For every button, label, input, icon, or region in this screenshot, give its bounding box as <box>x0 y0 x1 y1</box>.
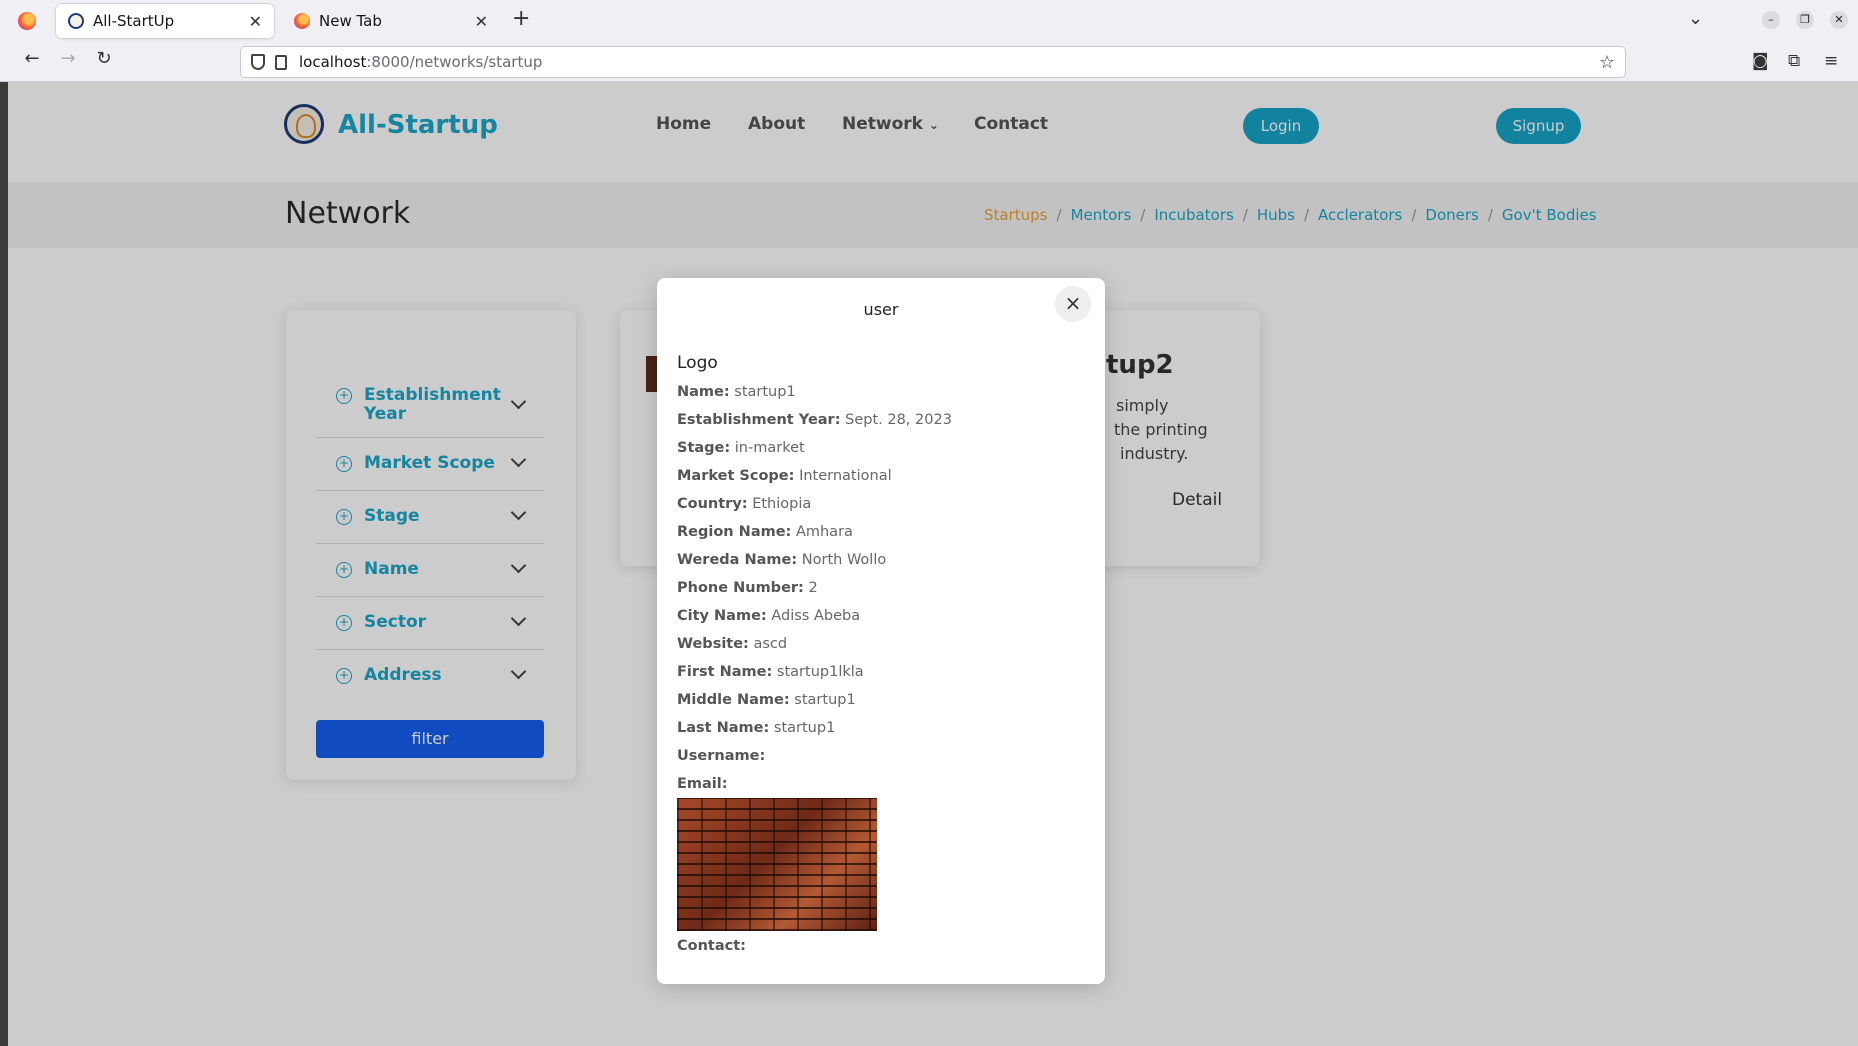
url-host: localhost <box>299 53 367 71</box>
field-first-name: First Name: startup1lkla <box>677 661 1087 689</box>
extensions-icon[interactable]: ⧉ <box>1788 51 1800 71</box>
tab-bar: All-StartUp ✕ New Tab ✕ + ⌄ – ❐ ✕ <box>0 0 1858 40</box>
field-value: startup1 <box>734 384 796 400</box>
field-label: City Name: <box>677 608 767 624</box>
field-value: Adiss Abeba <box>771 608 861 624</box>
field-value: Sept. 28, 2023 <box>845 412 952 428</box>
field-value: North Wollo <box>801 552 887 568</box>
field-label: Establishment Year: <box>677 412 841 428</box>
contact-label: Contact: <box>677 938 746 954</box>
close-tab-icon[interactable]: ✕ <box>249 12 262 31</box>
field-website: Website: ascd <box>677 633 1087 661</box>
field-value: startup1lkla <box>776 664 864 680</box>
minimize-icon[interactable]: – <box>1762 11 1780 29</box>
field-value: 2 <box>808 580 818 596</box>
field-value: ascd <box>753 636 788 652</box>
logo-heading: Logo <box>677 353 718 373</box>
navigation-toolbar: ← → ↻ localhost :8000/networks/startup ☆… <box>0 42 1858 82</box>
field-email: Email: <box>677 773 1087 801</box>
field-label: Name: <box>677 384 730 400</box>
site-favicon-icon <box>68 13 84 29</box>
restore-icon[interactable]: ❐ <box>1796 11 1814 29</box>
field-city-name: City Name: Adiss Abeba <box>677 605 1087 633</box>
tab-new-tab[interactable]: New Tab ✕ <box>282 4 500 38</box>
address-bar[interactable]: localhost :8000/networks/startup ☆ <box>240 46 1626 78</box>
tab-title: New Tab <box>319 12 382 30</box>
close-tab-icon[interactable]: ✕ <box>475 12 488 31</box>
field-value: in-market <box>734 440 805 456</box>
field-establishment-year: Establishment Year: Sept. 28, 2023 <box>677 409 1087 437</box>
field-label: Wereda Name: <box>677 552 798 568</box>
reload-icon[interactable]: ↻ <box>90 48 118 69</box>
back-arrow-icon[interactable]: ← <box>18 48 46 69</box>
field-label: Email: <box>677 776 728 792</box>
field-label: Stage: <box>677 440 731 456</box>
field-middle-name: Middle Name: startup1 <box>677 689 1087 717</box>
new-tab-plus-icon[interactable]: + <box>512 6 530 31</box>
close-window-icon[interactable]: ✕ <box>1830 11 1848 29</box>
tab-all-startup[interactable]: All-StartUp ✕ <box>56 4 274 38</box>
field-label: Phone Number: <box>677 580 804 596</box>
field-market-scope: Market Scope: International <box>677 465 1087 493</box>
field-phone-number: Phone Number: 2 <box>677 577 1087 605</box>
field-value: Amhara <box>795 524 853 540</box>
user-fields: Name: startup1 Establishment Year: Sept.… <box>677 381 1087 801</box>
startup-logo-image <box>677 798 877 931</box>
app-menu-icon[interactable]: ≡ <box>1824 51 1838 71</box>
url-path: :8000/networks/startup <box>366 53 543 71</box>
field-label: Username: <box>677 748 766 764</box>
field-label: Website: <box>677 636 749 652</box>
field-username: Username: <box>677 745 1087 773</box>
field-label: Last Name: <box>677 720 770 736</box>
tab-title: All-StartUp <box>93 12 175 30</box>
field-value: Ethiopia <box>752 496 812 512</box>
field-stage: Stage: in-market <box>677 437 1087 465</box>
field-name: Name: startup1 <box>677 381 1087 409</box>
close-icon[interactable]: × <box>1055 286 1091 322</box>
pocket-icon[interactable]: ◙ <box>1752 51 1769 71</box>
user-detail-modal: user × Logo Name: startup1 Establishment… <box>657 278 1105 984</box>
list-tabs-chevron-icon[interactable]: ⌄ <box>1688 8 1703 29</box>
field-label: Country: <box>677 496 748 512</box>
browser-chrome: All-StartUp ✕ New Tab ✕ + ⌄ – ❐ ✕ ← → ↻ … <box>0 0 1858 82</box>
window-edge <box>0 82 8 1046</box>
firefox-favicon-icon <box>294 13 310 29</box>
field-label: Market Scope: <box>677 468 795 484</box>
field-label: First Name: <box>677 664 773 680</box>
tracking-shield-icon[interactable] <box>251 54 265 70</box>
firefox-menu-icon[interactable] <box>18 12 36 30</box>
field-last-name: Last Name: startup1 <box>677 717 1087 745</box>
field-value: International <box>799 468 892 484</box>
field-label: Region Name: <box>677 524 792 540</box>
forward-arrow-icon[interactable]: → <box>54 48 82 69</box>
bookmark-star-icon[interactable]: ☆ <box>1599 52 1615 73</box>
field-value: startup1 <box>773 720 836 736</box>
page-info-icon[interactable] <box>275 54 287 70</box>
field-wereda-name: Wereda Name: North Wollo <box>677 549 1087 577</box>
field-country: Country: Ethiopia <box>677 493 1087 521</box>
field-value: startup1 <box>794 692 856 708</box>
modal-title: user <box>863 300 899 319</box>
field-label: Middle Name: <box>677 692 790 708</box>
field-region-name: Region Name: Amhara <box>677 521 1087 549</box>
